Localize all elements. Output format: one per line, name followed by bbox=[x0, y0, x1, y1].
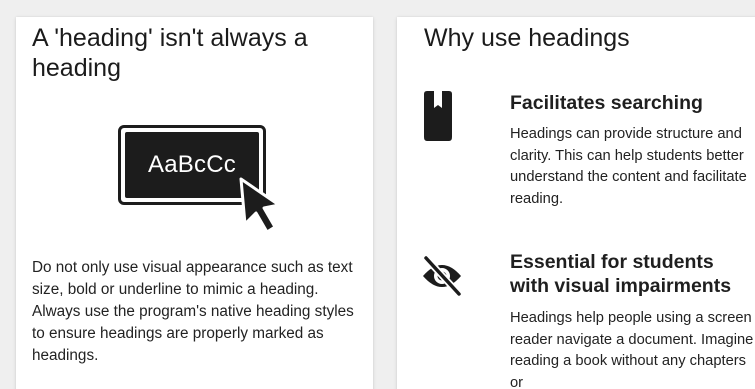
feature-text-visual-impairments: Headings help people using a screen read… bbox=[510, 310, 754, 389]
mouse-cursor-icon bbox=[239, 177, 281, 234]
page: A 'heading' isn't always a heading AaBcC… bbox=[0, 0, 755, 389]
why-headings-card: Why use headings Facilitates searching H… bbox=[397, 17, 755, 389]
bookmark-icon bbox=[424, 91, 452, 141]
heading-tip-card: A 'heading' isn't always a heading AaBcC… bbox=[16, 17, 373, 389]
heading-tip-text: Do not only use visual appearance such a… bbox=[32, 259, 354, 364]
heading-tip-title: A 'heading' isn't always a heading bbox=[32, 24, 308, 82]
feature-text-searching: Headings can provide structure and clari… bbox=[510, 126, 747, 207]
feature-title-searching: Facilitates searching bbox=[510, 92, 703, 114]
feature-title-visual-impairments: Essential for students with visual impai… bbox=[510, 251, 732, 297]
why-headings-title: Why use headings bbox=[424, 24, 630, 52]
eye-slash-icon bbox=[422, 255, 463, 297]
heading-illustration: AaBcCc bbox=[118, 125, 293, 245]
